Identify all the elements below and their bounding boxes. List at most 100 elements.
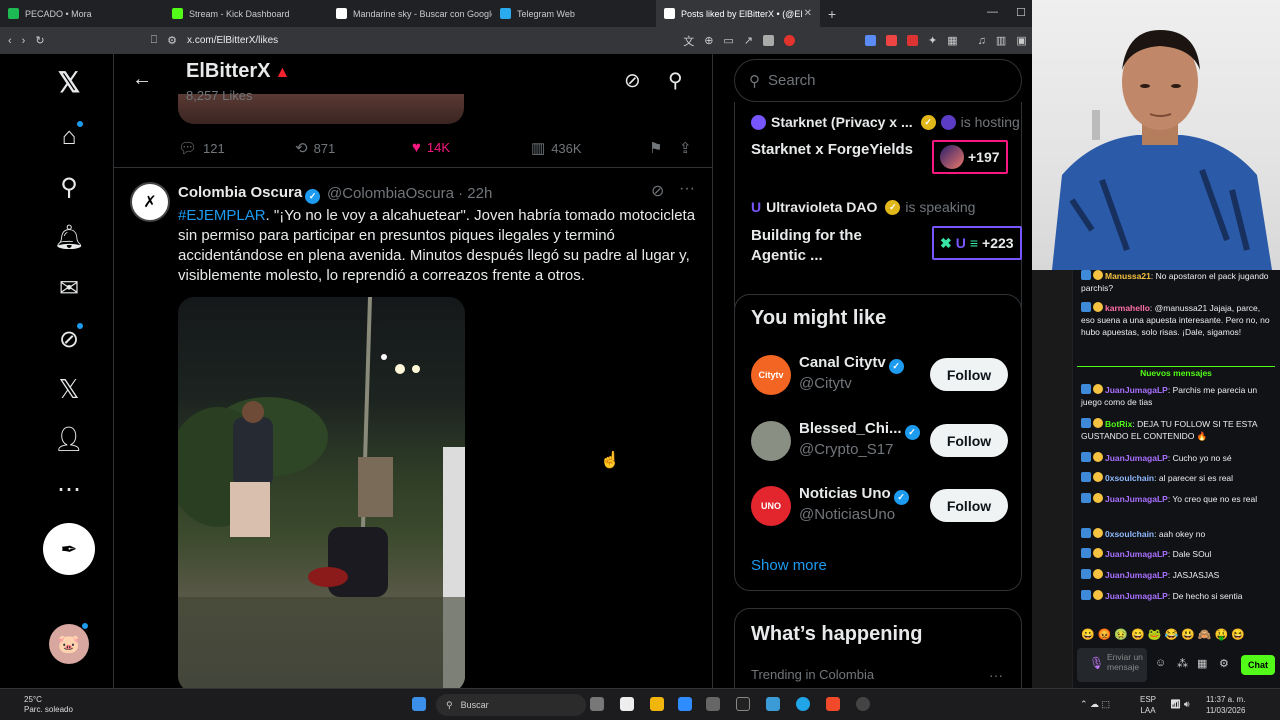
tweet-avatar[interactable]: ✗ [130,182,170,222]
emote-picker-icon[interactable]: ⁂ [1177,657,1188,670]
edge-icon[interactable] [796,697,810,711]
network-volume-icons[interactable]: 📶︎ 🔊︎ [1170,699,1190,710]
browser-tab[interactable]: Posts liked by ElBitterX • (@El ✕ [656,0,820,27]
extension-icon[interactable] [907,35,919,46]
settings-gear-icon[interactable]: ⚙ [1219,657,1229,670]
rewards-icon[interactable] [784,35,796,46]
profile-icon[interactable]: 👤︎ [52,422,86,456]
space-host[interactable]: U Ultravioleta DAO ✓ is speaking [751,199,975,215]
home-icon[interactable]: ⌂ [52,120,86,154]
more-icon[interactable]: ⋯ [52,472,86,506]
close-tab-icon[interactable]: ✕ [804,8,812,19]
chat-username[interactable]: JuanJumagaLP [1105,494,1168,504]
chat-username[interactable]: JuanJumagaLP [1105,549,1168,559]
wallet-icon[interactable]: ▣ [1016,34,1026,47]
user-name[interactable]: Noticias Uno ✓ [799,485,909,505]
chat-username[interactable]: karmahello [1105,303,1150,313]
task-view-icon[interactable] [590,697,604,711]
share-icon[interactable]: ↗ [744,34,753,47]
repost-button[interactable]: ⟲ 871 [295,139,335,157]
space-host[interactable]: Starknet (Privacy x ... ✓ is hosting [751,114,1020,130]
translate-icon[interactable]: 文 [683,33,694,49]
x-logo-icon[interactable]: 𝕏 [52,65,86,99]
chat-send-button[interactable]: Chat [1241,655,1275,675]
browser-tab[interactable]: Mandarine sky - Buscar con Google [328,0,492,27]
site-info-icon[interactable]: ⚙ [167,34,177,47]
app-icon[interactable] [766,697,780,711]
chat-username[interactable]: 0xsoulchain [1105,473,1154,483]
media-icon[interactable]: ♫ [978,35,986,47]
explore-icon[interactable]: ⚲ [52,170,86,204]
user-avatar[interactable]: UNO [751,486,791,526]
trend-context[interactable]: Trending in Colombia [751,667,874,682]
extension-icon[interactable] [886,35,898,46]
emoji-icon[interactable]: ☺ [1155,657,1166,669]
space-title[interactable]: Starknet x ForgeYields [751,140,931,160]
follow-button[interactable]: Follow [930,424,1008,457]
hashtag-link[interactable]: #EJEMPLAR [178,207,266,224]
weather-widget[interactable]: 25°C Parc. soleado [24,695,73,715]
maximize-icon[interactable]: ☐ [1016,6,1026,19]
extension-icon[interactable]: ▦ [947,34,957,47]
tweet-handle[interactable]: @ColombiaOscura · 22h [327,185,492,202]
follow-button[interactable]: Follow [930,358,1008,391]
zoom-icon[interactable]: ⊕ [704,34,713,47]
post-button[interactable]: ✒ [43,523,95,575]
brave-icon[interactable] [826,697,840,711]
views-button[interactable]: ▥ 436K [531,139,582,157]
sidebar-icon[interactable]: ▥ [996,34,1006,47]
extension-icon[interactable] [865,35,877,46]
chat-input[interactable]: 🎙︎ Enviar un mensaje [1077,648,1147,682]
messages-icon[interactable]: ✉ [52,271,86,305]
chat-username[interactable]: BotRix [1105,419,1132,429]
user-handle[interactable]: @Citytv [799,375,852,392]
space-title[interactable]: Building for the Agentic ... [751,226,891,266]
cast-icon[interactable]: ▭ [723,34,733,47]
browser-tab[interactable]: PECADO • Mora [0,0,164,27]
mic-icon[interactable]: 🎙︎ [1089,657,1104,669]
chat-username[interactable]: JuanJumagaLP [1105,385,1168,395]
back-icon[interactable]: ‹ [8,35,12,47]
forward-icon[interactable]: › [22,35,26,47]
file-explorer-icon[interactable] [650,697,664,711]
tweet[interactable]: ✗ Colombia Oscura ✓ @ColombiaOscura · 22h… [114,172,712,688]
user-handle[interactable]: @NoticiasUno [799,506,895,523]
follow-suggestion[interactable]: UNO Noticias Uno ✓ @NoticiasUno Follow [751,481,1011,531]
space-listeners-badge[interactable]: +197 [932,140,1008,174]
grok-icon[interactable]: ⊘ [52,322,86,356]
language-indicator[interactable]: ESP LAA [1140,694,1156,716]
terminal-icon[interactable] [736,697,750,711]
new-tab-button[interactable]: + [820,6,844,22]
reload-icon[interactable]: ↻ [35,34,44,47]
search-input[interactable]: ⚲ Search [734,59,1022,102]
chat-username[interactable]: JuanJumagaLP [1105,453,1168,463]
user-name[interactable]: Canal Citytv ✓ [799,354,904,374]
chat-username[interactable]: Manussa21 [1105,271,1151,281]
chat-username[interactable]: JuanJumagaLP [1105,570,1168,580]
obs-icon[interactable] [856,697,870,711]
puzzle-icon[interactable]: ✦ [928,34,937,47]
user-avatar[interactable] [751,421,791,461]
browser-tab[interactable]: Stream - Kick Dashboard [164,0,328,27]
show-more-link[interactable]: Show more [751,557,827,574]
account-avatar[interactable]: 🐷 [49,622,89,664]
grok-icon[interactable]: ⊘ [624,68,641,93]
user-name[interactable]: Blessed_Chi... ✓ [799,420,920,440]
emote-bar[interactable]: 😀😡🤢😄🐸😂😃🙈🤑😆 [1081,628,1248,641]
like-button[interactable]: ♥ 14K [412,139,450,156]
notifications-icon[interactable]: 🔔︎ [52,220,86,254]
chat-username[interactable]: 0xsoulchain [1105,529,1154,539]
grok-icon[interactable]: ⊘ [651,181,664,201]
follow-button[interactable]: Follow [930,489,1008,522]
store-icon[interactable] [678,697,692,711]
search-icon[interactable]: ⚲ [668,68,683,93]
browser-tab[interactable]: Telegram Web [492,0,656,27]
follow-suggestion[interactable]: Blessed_Chi... ✓ @Crypto_S17 Follow [751,416,1011,466]
premium-x-icon[interactable]: 𝕏 [52,372,86,406]
bookmark-button[interactable]: ⚑ [649,139,662,157]
store-icon[interactable]: ▦ [1197,657,1207,670]
reply-button[interactable]: 💬︎ 121 [178,139,225,157]
more-options-icon[interactable]: ··· [989,667,1003,683]
minimize-icon[interactable]: — [987,6,998,18]
share-button[interactable]: ⇪ [679,139,692,157]
